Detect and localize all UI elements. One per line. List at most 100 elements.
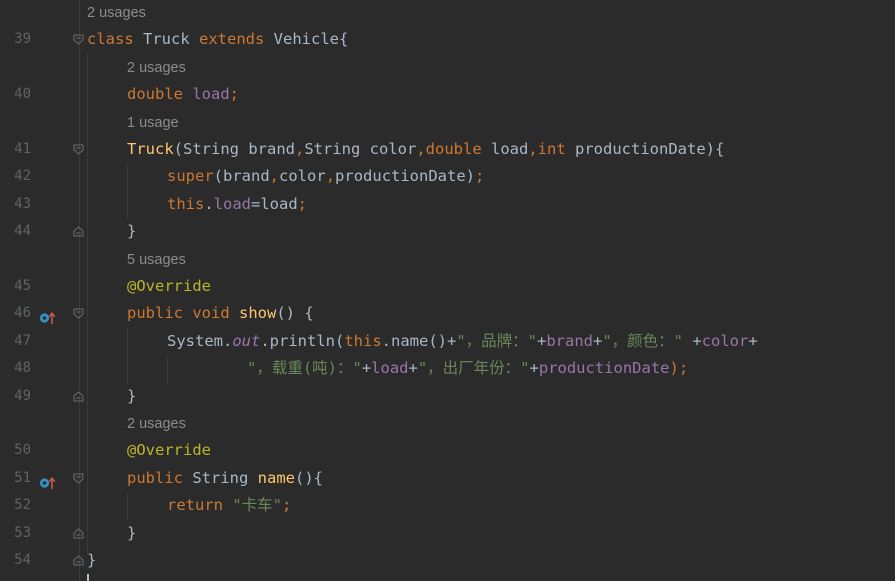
code-token: super <box>167 167 214 186</box>
line-number: 39 <box>14 31 31 48</box>
fold-close-icon[interactable] <box>73 555 84 566</box>
text-cursor <box>87 574 89 581</box>
usage-hint-text[interactable]: 2 usages <box>127 416 186 432</box>
code-token: , <box>295 140 305 158</box>
code-line[interactable]: 53} <box>0 520 895 547</box>
code-line[interactable]: 45 @Override <box>0 273 895 300</box>
code-text: @Override <box>127 437 211 464</box>
code-editor[interactable]: 2 usages 39 class Truck extends Vehicle{ 2 … <box>0 0 895 581</box>
code-line[interactable]: 42 super(brand,color,productionDate); <box>0 163 895 190</box>
code-token: double <box>127 85 193 104</box>
line-number: 51 <box>14 469 31 486</box>
code-token: + <box>593 331 603 350</box>
code-text: return "卡车"; <box>167 492 291 519</box>
fold-close-icon[interactable] <box>73 226 84 237</box>
usage-hint-row[interactable]: 2 usages <box>0 54 895 81</box>
code-token: name <box>257 468 295 487</box>
usage-hint[interactable]: 5 usages <box>127 246 186 274</box>
fold-close-icon[interactable] <box>73 390 84 402</box>
line-number: 43 <box>14 195 31 212</box>
usage-hint-text[interactable]: 1 usage <box>127 115 179 131</box>
code-line[interactable]: 50 @Override <box>0 437 895 464</box>
code-text: } <box>127 520 136 547</box>
code-token: "，品牌：" <box>456 331 537 350</box>
code-token: + <box>748 331 758 350</box>
code-token: (){ <box>294 468 323 487</box>
code-token: , <box>528 140 538 158</box>
code-token: + <box>536 331 547 350</box>
code-line[interactable]: 51 public String name(){ <box>0 465 895 492</box>
code-line[interactable]: 46 public void show() { <box>0 300 895 327</box>
usage-hint-row[interactable]: 5 usages <box>0 246 895 273</box>
code-token: load <box>371 359 409 378</box>
code-token: + <box>408 359 418 378</box>
code-text: System.out.println(this.name()+"，品牌："+br… <box>167 328 758 355</box>
code-token: Truck <box>127 140 174 158</box>
usage-hint-row[interactable]: 2 usages <box>0 410 895 437</box>
code-token: productionDate){ <box>575 140 725 158</box>
line-number: 48 <box>14 360 31 377</box>
line-number: 49 <box>14 387 31 404</box>
usage-hint[interactable]: 1 usage <box>127 109 179 137</box>
line-number: 54 <box>14 552 31 568</box>
code-token: . <box>204 194 214 213</box>
line-number: 47 <box>14 332 31 349</box>
code-text: public void show() { <box>127 300 314 327</box>
line-number: 45 <box>14 278 31 294</box>
code-token: color <box>279 167 326 186</box>
fold-open-icon[interactable] <box>73 34 84 46</box>
code-line[interactable]: 52 return "卡车"; <box>0 492 895 519</box>
code-token: } <box>127 222 137 241</box>
code-line[interactable]: 39 class Truck extends Vehicle{ <box>0 26 895 53</box>
code-token: + <box>361 359 372 378</box>
usage-hint-row[interactable]: 2 usages <box>0 0 895 26</box>
code-line[interactable]: 41 Truck(String brand,String color,double… <box>0 136 895 163</box>
usage-hint-row[interactable]: 1 usage <box>0 109 895 136</box>
code-token: void <box>192 304 239 323</box>
code-text: } <box>127 383 136 410</box>
code-line[interactable]: 44} <box>0 218 895 245</box>
usage-hint-text[interactable]: 5 usages <box>127 252 186 268</box>
code-token: public <box>127 468 193 487</box>
override-method-icon[interactable] <box>39 472 57 489</box>
code-token: } <box>127 386 137 405</box>
code-line[interactable]: 48 "，载重(吨)："+load+"，出厂年份："+productionDate… <box>0 355 895 382</box>
code-token: return <box>167 496 233 515</box>
fold-close-icon[interactable] <box>73 527 84 539</box>
code-text: } <box>127 218 136 245</box>
line-number: 44 <box>14 223 31 240</box>
code-line[interactable]: 54} <box>0 547 895 574</box>
code-text: this.load=load; <box>167 191 307 218</box>
code-token: @Override <box>127 441 211 460</box>
usage-hint-text[interactable]: 2 usages <box>127 60 186 76</box>
code-token: ); <box>669 359 689 378</box>
usage-hint[interactable]: 2 usages <box>127 54 186 82</box>
override-method-icon[interactable] <box>39 307 57 325</box>
code-line[interactable]: 40 double load; <box>0 81 895 108</box>
fold-open-icon[interactable] <box>73 308 84 320</box>
code-token: ; <box>475 167 485 186</box>
code-token: System. <box>167 331 233 350</box>
code-line[interactable]: 43 this.load=load; <box>0 191 895 218</box>
code-token: productionDate) <box>335 167 476 186</box>
code-token: this <box>344 331 382 350</box>
line-number: 40 <box>14 86 31 103</box>
code-text: class Truck extends Vehicle{ <box>87 26 348 53</box>
code-token: "，出厂年份：" <box>417 359 530 378</box>
code-line[interactable]: 49} <box>0 383 895 410</box>
code-token: extends <box>199 30 274 49</box>
code-token: class <box>87 30 143 49</box>
usage-hint-text[interactable]: 2 usages <box>87 5 146 21</box>
code-line[interactable]: 47 System.out.println(this.name()+"，品牌："+… <box>0 328 895 355</box>
usage-hint[interactable]: 2 usages <box>127 410 186 438</box>
code-text: } <box>87 547 96 574</box>
code-token: double <box>425 140 491 158</box>
fold-open-icon[interactable] <box>73 473 84 484</box>
usage-hint[interactable]: 2 usages <box>87 0 146 27</box>
code-token: int <box>537 140 575 158</box>
fold-open-icon[interactable] <box>73 144 84 155</box>
code-token: brand <box>546 331 593 350</box>
code-text: double load; <box>127 81 239 108</box>
code-token: out <box>232 331 261 350</box>
line-number: 42 <box>14 168 31 185</box>
